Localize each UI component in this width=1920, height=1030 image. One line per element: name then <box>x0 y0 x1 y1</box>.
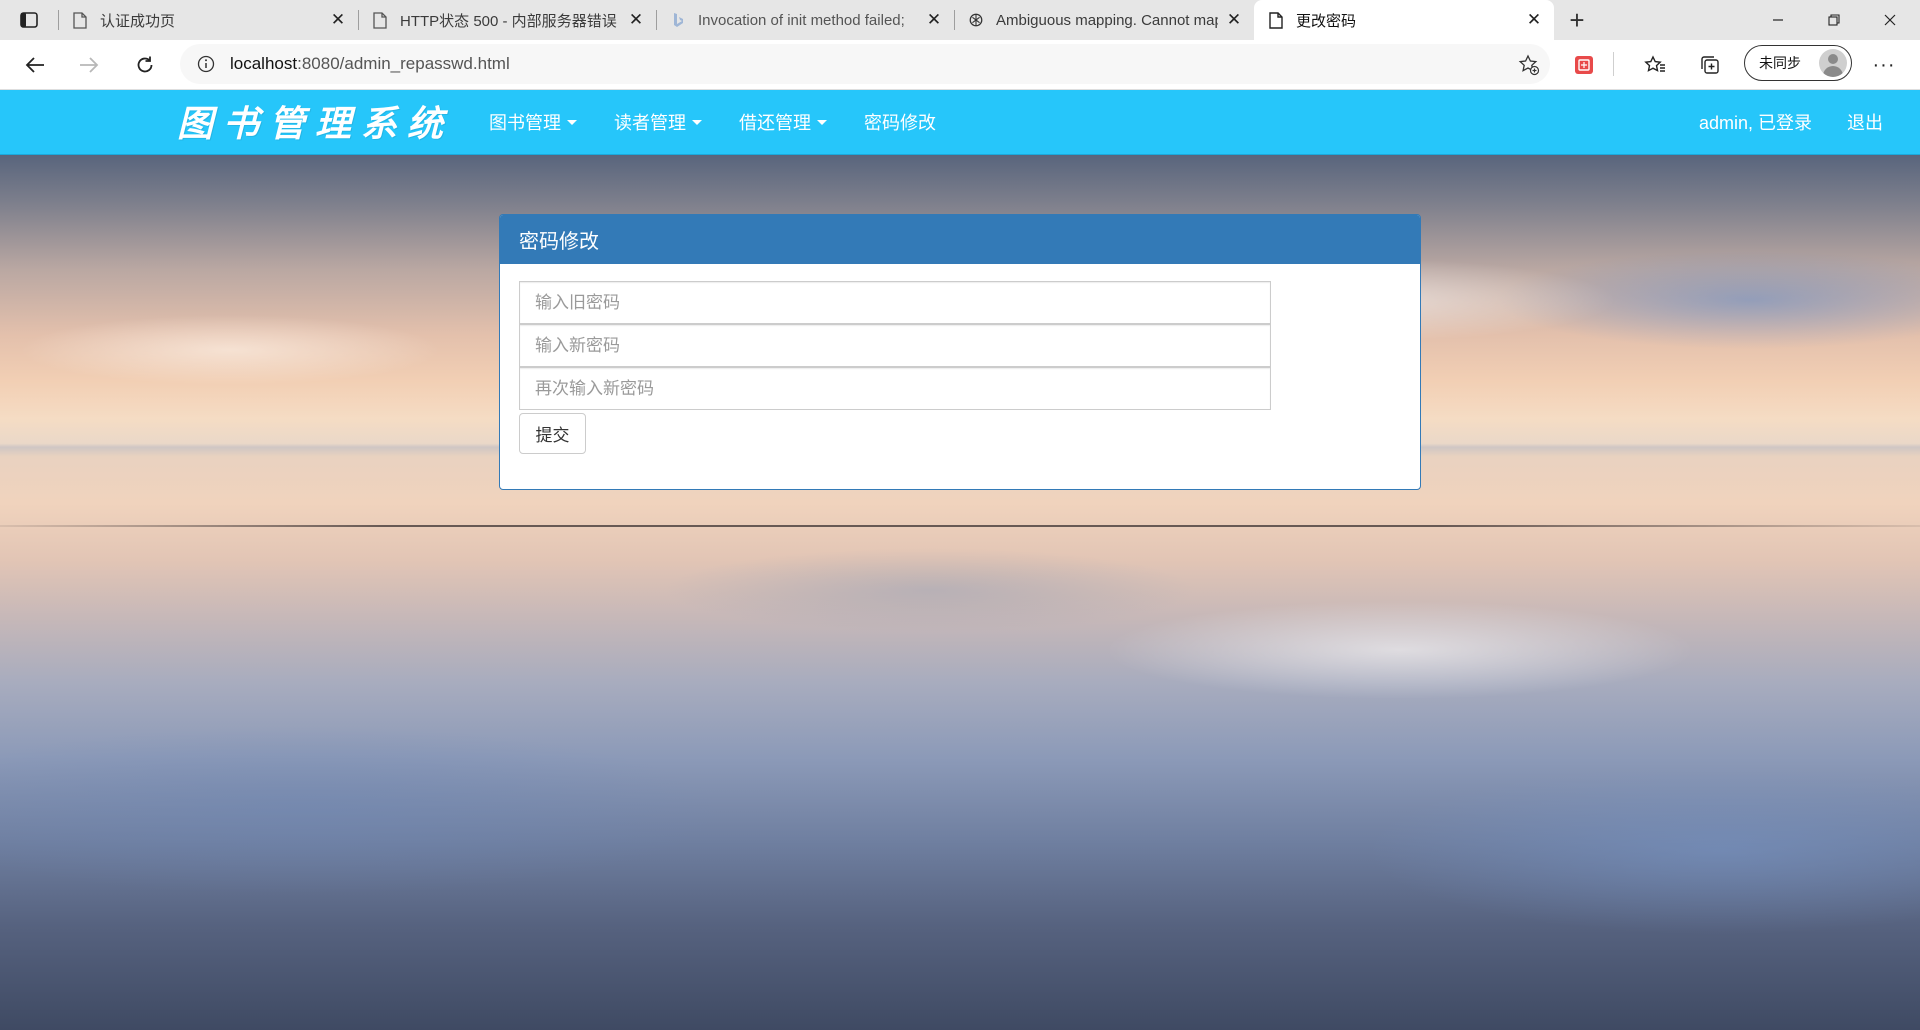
profile-sync-label: 未同步 <box>1759 55 1801 71</box>
profile-button[interactable]: 未同步 <box>1744 45 1852 81</box>
page-icon <box>1268 11 1284 29</box>
restore-button[interactable] <box>1806 0 1862 40</box>
close-window-button[interactable] <box>1862 0 1918 40</box>
forward-button[interactable] <box>72 48 106 82</box>
tab-separator <box>656 10 657 30</box>
nav-label: 图书管理 <box>489 113 561 133</box>
caret-down-icon <box>692 119 702 125</box>
tab-actions-icon[interactable] <box>16 8 42 32</box>
back-button[interactable] <box>18 48 52 82</box>
add-favorite-icon[interactable] <box>1518 54 1540 76</box>
url-text: localhost:8080/admin_repasswd.html <box>230 54 510 74</box>
user-status-label: admin, 已登录 <box>1699 113 1813 133</box>
brand-logo[interactable]: 图书管理系统 <box>177 96 453 146</box>
restore-icon <box>1828 14 1840 26</box>
browser-tab-2[interactable]: HTTP状态 500 - 内部服务器错误 ✕ <box>358 0 656 40</box>
tab-title: Invocation of init method failed; <box>698 11 905 29</box>
browser-tab-3[interactable]: Invocation of init method failed; ✕ <box>656 0 954 40</box>
toolbar-divider <box>1613 52 1614 76</box>
browser-tab-4[interactable]: Ambiguous mapping. Cannot map ✕ <box>954 0 1254 40</box>
back-arrow-icon <box>25 57 44 73</box>
tab-title: Ambiguous mapping. Cannot map <box>996 11 1218 29</box>
forward-arrow-icon <box>80 57 99 73</box>
confirm-password-input[interactable] <box>519 367 1271 410</box>
refresh-icon <box>137 56 153 73</box>
background-horizon <box>0 525 1920 527</box>
url-path: :8080/admin_repasswd.html <box>297 54 510 73</box>
nav-label: 密码修改 <box>864 113 936 133</box>
close-icon[interactable]: ✕ <box>926 10 942 29</box>
logout-label: 退出 <box>1847 113 1883 133</box>
browser-tab-active[interactable]: 更改密码 ✕ <box>1254 0 1554 40</box>
refresh-button[interactable] <box>128 48 162 82</box>
close-icon[interactable]: ✕ <box>330 10 346 29</box>
new-password-input[interactable] <box>519 324 1271 367</box>
page-icon <box>72 11 88 29</box>
app-navbar: 图书管理系统 图书管理 读者管理 借还管理 密码修改 admin, 已登录 退出 <box>0 90 1920 155</box>
collections-icon[interactable] <box>1697 52 1723 78</box>
nav-label: 借还管理 <box>739 113 811 133</box>
nav-change-password[interactable]: 密码修改 <box>864 90 936 154</box>
page-icon <box>372 11 388 29</box>
page-viewport: 图书管理系统 图书管理 读者管理 借还管理 密码修改 admin, 已登录 退出… <box>0 90 1920 1030</box>
tab-separator <box>358 10 359 30</box>
tab-title: 认证成功页 <box>100 12 176 30</box>
old-password-input[interactable] <box>519 281 1271 324</box>
tab-title: 更改密码 <box>1296 12 1357 30</box>
bing-icon <box>670 11 686 29</box>
user-status[interactable]: admin, 已登录 <box>1699 90 1812 154</box>
minimize-icon <box>1773 19 1783 21</box>
address-bar[interactable]: localhost:8080/admin_repasswd.html <box>180 44 1550 84</box>
more-options-icon[interactable]: ··· <box>1870 52 1898 78</box>
extension-icon[interactable] <box>1571 52 1597 78</box>
change-password-panel: 密码修改 提交 <box>499 214 1421 490</box>
new-tab-button[interactable]: + <box>1562 5 1592 35</box>
tab-title: HTTP状态 500 - 内部服务器错误 <box>400 12 617 30</box>
avatar <box>1819 49 1847 77</box>
browser-tab-bar: 认证成功页 ✕ HTTP状态 500 - 内部服务器错误 ✕ Invocatio… <box>0 0 1920 40</box>
submit-button[interactable]: 提交 <box>519 413 586 454</box>
panel-title: 密码修改 <box>500 215 1420 264</box>
close-icon[interactable]: ✕ <box>1226 10 1242 29</box>
close-icon[interactable]: ✕ <box>628 10 644 29</box>
browser-tab-1[interactable]: 认证成功页 ✕ <box>58 0 358 40</box>
caret-down-icon <box>817 119 827 125</box>
nav-label: 读者管理 <box>614 113 686 133</box>
logout-link[interactable]: 退出 <box>1847 90 1883 154</box>
url-host: localhost <box>230 54 298 73</box>
close-icon <box>1884 14 1896 26</box>
browser-toolbar: localhost:8080/admin_repasswd.html 未同步 ·… <box>0 40 1920 90</box>
nav-borrow-management[interactable]: 借还管理 <box>739 90 827 154</box>
favorites-icon[interactable] <box>1642 52 1668 78</box>
tab-separator <box>954 10 955 30</box>
minimize-button[interactable] <box>1750 0 1806 40</box>
caret-down-icon <box>567 119 577 125</box>
tab-separator <box>58 10 59 30</box>
nav-book-management[interactable]: 图书管理 <box>489 90 577 154</box>
nav-reader-management[interactable]: 读者管理 <box>614 90 702 154</box>
close-icon[interactable]: ✕ <box>1526 10 1542 29</box>
chatgpt-icon <box>968 11 984 29</box>
info-icon[interactable] <box>196 54 216 74</box>
